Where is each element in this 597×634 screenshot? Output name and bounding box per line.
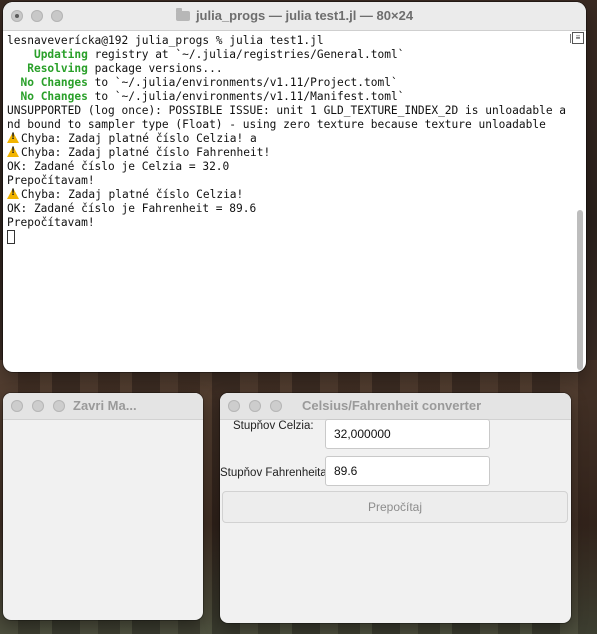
zavri-titlebar[interactable]: Zavri Ma... [3,393,203,420]
warning-icon [7,146,19,157]
folder-icon [175,8,190,21]
status-keyword: No Changes [20,76,88,89]
celsius-label: Stupňov Celzia: [233,420,314,432]
terminal-line-text: to `~/.julia/environments/v1.11/Manifest… [87,90,405,103]
converter-title: Celsius/Fahrenheit converter [302,398,482,413]
terminal-line: Chyba: Zadaj platné číslo Celzia! a [7,132,570,146]
window-zoom-icon[interactable] [270,400,282,412]
converter-window: Celsius/Fahrenheit converter Stupňov Cel… [220,393,571,623]
terminal-line: Resolving package versions... [7,62,570,76]
window-minimize-icon[interactable] [32,400,44,412]
terminal-title-text: julia_progs — julia test1.jl — 80×24 [195,8,414,23]
terminal-output[interactable]: lesnaveverícka@192 julia_progs % julia t… [3,31,586,372]
terminal-line-text: Chyba: Zadaj platné číslo Celzia! [21,188,244,201]
window-zoom-icon[interactable] [53,400,65,412]
status-keyword: No Changes [20,90,88,103]
converter-titlebar[interactable]: Celsius/Fahrenheit converter [220,393,571,420]
terminal-line: Chyba: Zadaj platné číslo Celzia! [7,188,570,202]
terminal-line: No Changes to `~/.julia/environments/v1.… [7,76,570,90]
terminal-line: No Changes to `~/.julia/environments/v1.… [7,90,570,104]
terminal-titlebar[interactable]: julia_progs — julia test1.jl — 80×24 [3,2,586,31]
terminal-line: Prepočítavam! [7,174,95,187]
terminal-line: lesnaveverícka@192 julia_progs % julia t… [7,34,324,47]
terminal-line: OK: Zadané číslo je Celzia = 32.0 [7,160,230,173]
fahrenheit-label: Stupňov Fahrenheita: [220,467,330,479]
window-close-icon[interactable] [11,400,23,412]
recalculate-button[interactable]: Prepočítaj [222,491,568,523]
window-controls [11,400,65,412]
window-controls [228,400,282,412]
terminal-line-text: Chyba: Zadaj platné číslo Celzia! a [21,132,257,145]
terminal-line: Chyba: Zadaj platné číslo Fahrenheit! [7,146,570,160]
fahrenheit-input[interactable]: 89.6 [325,456,490,486]
terminal-line-text: to `~/.julia/environments/v1.11/Project.… [87,76,398,89]
terminal-title: julia_progs — julia test1.jl — 80×24 [3,8,586,23]
warning-icon [7,188,19,199]
window-close-icon[interactable] [228,400,240,412]
status-keyword: Resolving [27,62,88,75]
terminal-window: julia_progs — julia test1.jl — 80×24 ≡ l… [3,2,586,372]
celsius-input[interactable]: 32,000000 [325,419,490,449]
terminal-line-text: Chyba: Zadaj platné číslo Fahrenheit! [21,146,271,159]
window-minimize-icon[interactable] [249,400,261,412]
terminal-prompt-line [7,230,570,246]
terminal-line: OK: Zadané číslo je Fahrenheit = 89.6 [7,202,257,215]
terminal-scrollbar[interactable] [577,210,583,370]
terminal-line: Updating registry at `~/.julia/registrie… [7,48,570,62]
terminal-line-text: registry at `~/.julia/registries/General… [87,48,405,61]
text-cursor [7,230,15,244]
terminal-line: UNSUPPORTED (log once): POSSIBLE ISSUE: … [7,104,567,131]
zavri-window: Zavri Ma... [3,393,203,620]
terminal-line: Prepočítavam! [7,216,95,229]
status-keyword: Updating [33,48,88,61]
warning-icon [7,132,19,143]
terminal-line-text: package versions... [87,62,223,75]
zavri-title: Zavri Ma... [73,398,137,413]
